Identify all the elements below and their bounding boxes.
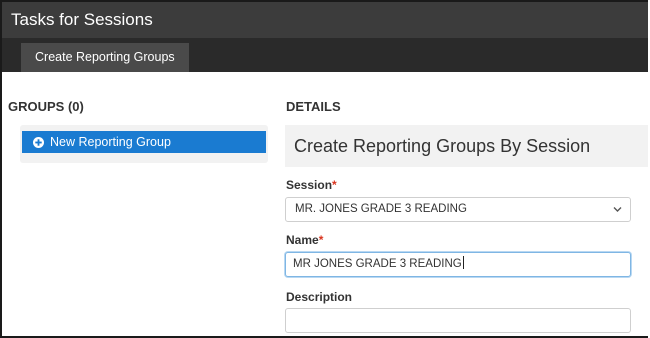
details-heading: DETAILS <box>286 99 341 114</box>
name-required-marker: * <box>318 233 324 247</box>
session-label: Session* <box>286 178 337 192</box>
groups-panel: New Reporting Group <box>20 125 268 163</box>
details-title: Create Reporting Groups By Session <box>294 136 591 156</box>
name-input[interactable]: MR JONES GRADE 3 READING <box>285 252 631 277</box>
groups-heading: GROUPS (0) <box>8 99 84 114</box>
app-window: Tasks for Sessions Create Reporting Grou… <box>0 0 648 338</box>
session-required-marker: * <box>332 178 337 192</box>
plus-circle-icon <box>33 136 44 148</box>
window-titlebar: Tasks for Sessions <box>2 2 648 38</box>
name-label: Name* <box>286 233 323 247</box>
text-caret <box>462 256 464 269</box>
tab-bar: Create Reporting Groups <box>2 38 648 72</box>
session-selected-value: MR. JONES GRADE 3 READING <box>295 203 467 215</box>
description-label-text: Description <box>286 290 353 304</box>
session-select[interactable]: MR. JONES GRADE 3 READING <box>285 197 631 222</box>
new-reporting-group-button[interactable]: New Reporting Group <box>22 131 266 153</box>
session-label-text: Session <box>286 178 333 192</box>
name-label-text: Name <box>286 233 319 247</box>
name-input-value: MR JONES GRADE 3 READING <box>293 258 462 270</box>
tab-label: Create Reporting Groups <box>35 50 175 64</box>
chevron-down-icon <box>613 207 622 212</box>
description-label: Description <box>286 290 352 304</box>
details-header: Create Reporting Groups By Session <box>285 125 648 167</box>
new-reporting-group-label: New Reporting Group <box>50 135 171 149</box>
tab-create-reporting-groups[interactable]: Create Reporting Groups <box>21 43 189 72</box>
window-title: Tasks for Sessions <box>11 10 153 29</box>
description-input[interactable] <box>285 308 631 333</box>
